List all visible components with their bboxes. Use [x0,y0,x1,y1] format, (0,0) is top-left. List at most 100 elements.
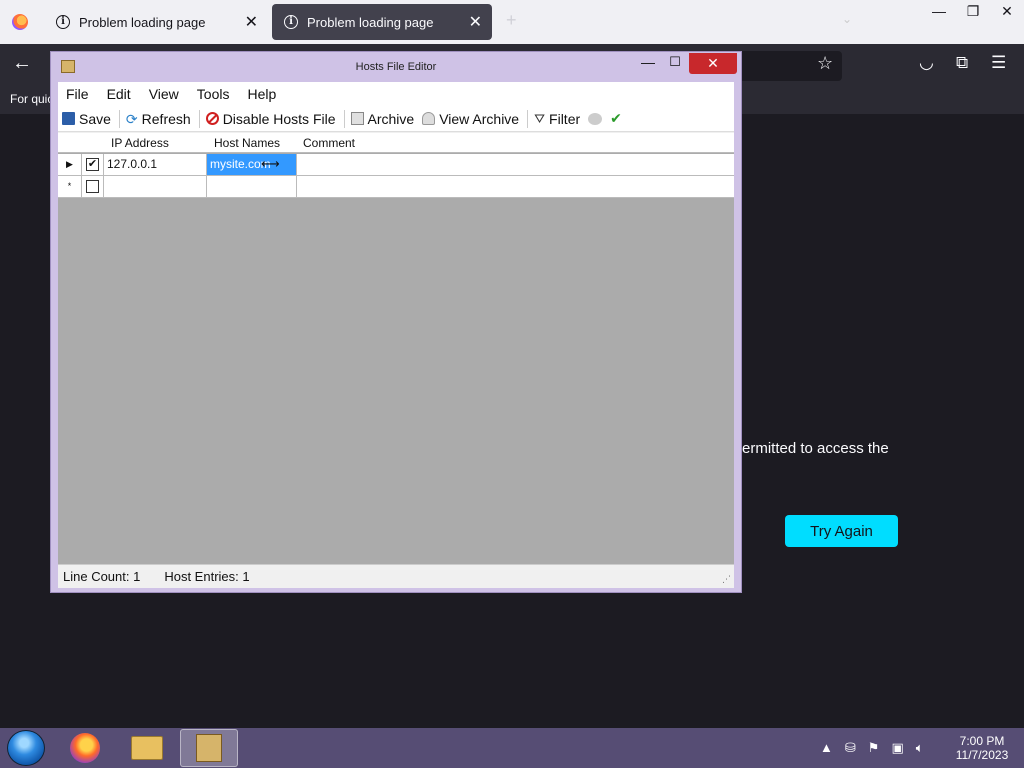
browser-tab-2[interactable]: i Problem loading page ✕ [272,4,492,40]
refresh-label: Refresh [141,110,191,127]
comment-cell[interactable] [297,154,734,175]
editor-close-button[interactable]: ✕ [689,53,737,74]
menu-help[interactable]: Help [247,86,276,102]
column-ip-address[interactable]: IP Address [111,136,169,150]
save-disk-icon [62,112,75,125]
ip-address-cell[interactable] [104,176,207,197]
save-button[interactable]: Save [62,111,111,127]
save-label: Save [79,110,111,127]
clock-time: 7:00 PM [959,734,1005,748]
menu-view[interactable]: View [149,86,179,102]
archive-button[interactable]: Archive [350,110,415,127]
taskbar-firefox-button[interactable] [56,729,114,767]
toolbar-separator [343,109,345,128]
view-archive-label: View Archive [439,110,520,127]
row-enabled-checkbox[interactable] [86,180,99,193]
start-button[interactable] [7,730,45,766]
firefox-logo-icon [12,14,28,30]
firefox-menu-tab[interactable] [0,0,40,44]
tab-close-icon[interactable]: ✕ [245,12,258,32]
editor-title-bar[interactable]: Hosts File Editor — ☐ ✕ [51,52,741,80]
row-enabled-cell [82,176,104,197]
table-row-new[interactable]: * [58,176,734,198]
file-explorer-icon [131,736,163,760]
browser-tab-bar: i Problem loading page ✕ i Problem loadi… [0,0,1024,44]
back-arrow-icon[interactable]: ← [12,52,32,75]
try-again-button[interactable]: Try Again [785,515,898,547]
tab-close-icon[interactable]: ✕ [469,12,482,32]
column-comment[interactable]: Comment [303,136,355,150]
error-message-text: ermitted to access the [742,440,889,457]
toolbar-separator [198,109,200,128]
window-minimize-button[interactable]: — [922,0,956,24]
window-restore-button[interactable]: ❐ [956,0,990,24]
editor-client-area: File Edit View Tools Help Save ⟳ Refresh… [58,82,734,588]
menu-file[interactable]: File [66,86,89,102]
archive-label: Archive [367,110,415,127]
tray-overflow-chevron-icon[interactable]: ▲ [820,740,833,756]
tray-app-icon[interactable]: ⛁ [845,740,856,756]
row-enabled-cell: ✔ [82,154,104,175]
row-enabled-checkbox[interactable]: ✔ [86,158,99,171]
editor-maximize-button[interactable]: ☐ [663,54,687,74]
new-tab-plus-icon[interactable]: + [506,10,517,31]
validate-check-icon[interactable]: ✔ [610,110,622,127]
toolbar-separator [118,109,120,128]
host-entries-status: Host Entries: 1 [164,569,250,584]
volume-speaker-icon[interactable]: 🔈︎ [916,740,924,756]
bookmarks-hint-text: For quic [10,92,54,106]
menu-tools[interactable]: Tools [197,86,230,102]
taskbar-hosts-editor-button[interactable] [180,729,238,767]
disable-label: Disable Hosts File [222,110,336,127]
filter-button[interactable]: ⛛ Filter [534,111,580,127]
ip-address-cell[interactable]: 127.0.0.1 [104,154,207,175]
disable-hosts-file-button[interactable]: Disable Hosts File [205,110,336,127]
toolbar-separator [527,109,529,128]
filter-label: Filter [549,110,581,127]
taskbar-clock[interactable]: 7:00 PM 11/7/2023 [950,734,1014,762]
resize-cursor-icon: ⟷ [261,156,280,171]
refresh-button[interactable]: ⟳ Refresh [126,111,191,127]
menu-edit[interactable]: Edit [107,86,131,102]
browser-tab-1[interactable]: i Problem loading page ✕ [44,4,268,40]
editor-minimize-button[interactable]: — [636,54,660,74]
pocket-icon[interactable]: ◡ [919,53,934,73]
resize-grip-icon[interactable]: ⋰ [722,574,731,585]
tab-list-chevron-icon[interactable]: ⌄ [842,12,852,26]
window-close-button[interactable]: ✕ [990,0,1024,24]
view-archive-button[interactable]: View Archive [422,111,519,127]
bookmark-star-icon[interactable]: ☆ [817,53,833,74]
hosts-editor-icon [196,734,222,762]
editor-toolbar: Save ⟳ Refresh Disable Hosts File Archiv… [58,106,734,132]
host-names-cell[interactable] [207,176,297,197]
clock-date: 11/7/2023 [955,748,1009,762]
hamburger-menu-icon[interactable]: ☰ [991,53,1006,73]
info-icon: i [56,15,70,29]
refresh-icon: ⟳ [125,110,138,127]
taskbar-explorer-button[interactable] [118,729,176,767]
grid-header: IP Address Host Names Comment [58,133,734,153]
browser-window-controls: — ❐ ✕ [922,0,1024,24]
editor-menu-bar: File Edit View Tools Help [58,82,734,106]
firefox-icon [70,733,100,763]
archive-icon [350,112,364,125]
tab-label: Problem loading page [307,14,434,30]
new-row-marker: * [58,176,82,197]
column-host-names[interactable]: Host Names [214,136,280,150]
editor-status-bar: Line Count: 1 Host Entries: 1 ⋰ [58,564,734,588]
info-icon: i [284,15,298,29]
hosts-grid: IP Address Host Names Comment ▶ ✔ 127.0.… [58,133,734,564]
extensions-icon[interactable]: ⧉ [956,53,968,73]
current-row-arrow-icon: ▶ [58,154,82,175]
table-row[interactable]: ▶ ✔ 127.0.0.1 mysite.com ⟷ [58,154,734,176]
tab-label: Problem loading page [79,14,206,30]
taskbar: ▲ ⛁ ⚑ ▣ 🔈︎ 7:00 PM 11/7/2023 [0,728,1024,768]
system-tray: ▲ ⛁ ⚑ ▣ 🔈︎ [820,740,936,756]
comment-cell[interactable] [297,176,734,197]
comment-toggle-icon[interactable] [588,112,603,125]
network-icon[interactable]: ▣ [891,740,903,756]
action-center-flag-icon[interactable]: ⚑ [868,740,880,756]
host-names-cell[interactable]: mysite.com ⟷ [207,154,297,175]
filter-funnel-icon: ⛛ [534,110,546,126]
hosts-file-editor-window: Hosts File Editor — ☐ ✕ File Edit View T… [50,51,742,593]
